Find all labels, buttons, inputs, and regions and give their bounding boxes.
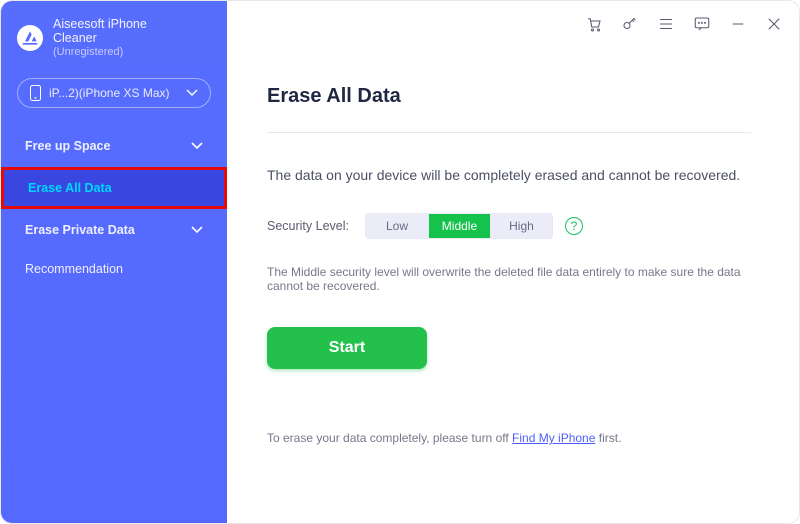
sidebar-item-free-up-space[interactable]: Free up Space bbox=[1, 128, 227, 164]
footnote-suffix: first. bbox=[595, 431, 621, 445]
security-level-low[interactable]: Low bbox=[366, 214, 428, 238]
sidebar-item-label: Erase Private Data bbox=[25, 223, 135, 237]
footnote: To erase your data completely, please tu… bbox=[267, 431, 751, 445]
security-level-label: Security Level: bbox=[267, 219, 349, 233]
sidebar-item-label: Erase All Data bbox=[28, 181, 112, 195]
brand-line2: Cleaner bbox=[53, 31, 147, 45]
security-level-middle[interactable]: Middle bbox=[428, 214, 490, 238]
page-title: Erase All Data bbox=[267, 85, 751, 108]
sidebar-item-erase-all-data[interactable]: Erase All Data bbox=[1, 167, 227, 209]
content: Erase All Data The data on your device w… bbox=[227, 1, 799, 445]
sidebar-item-label: Recommendation bbox=[25, 262, 123, 276]
security-level-segmented: Low Middle High bbox=[365, 213, 553, 239]
titlebar bbox=[585, 15, 783, 33]
page-subtitle: The data on your device will be complete… bbox=[267, 167, 751, 183]
security-level-high[interactable]: High bbox=[490, 214, 552, 238]
chevron-down-icon bbox=[186, 86, 198, 100]
device-label: iP...2)(iPhone XS Max) bbox=[49, 86, 178, 100]
minimize-icon[interactable] bbox=[729, 15, 747, 33]
start-button[interactable]: Start bbox=[267, 327, 427, 369]
key-icon[interactable] bbox=[621, 15, 639, 33]
help-icon[interactable]: ? bbox=[565, 217, 583, 235]
brand-logo-icon bbox=[17, 25, 43, 51]
cart-icon[interactable] bbox=[585, 15, 603, 33]
brand-text: Aiseesoft iPhone Cleaner (Unregistered) bbox=[53, 17, 147, 58]
security-level-row: Security Level: Low Middle High ? bbox=[267, 213, 751, 239]
footnote-prefix: To erase your data completely, please tu… bbox=[267, 431, 512, 445]
device-selector[interactable]: iP...2)(iPhone XS Max) bbox=[17, 78, 211, 108]
menu-icon[interactable] bbox=[657, 15, 675, 33]
app-window: Aiseesoft iPhone Cleaner (Unregistered) … bbox=[0, 0, 800, 524]
chevron-down-icon bbox=[191, 142, 203, 150]
sidebar-item-label: Free up Space bbox=[25, 139, 110, 153]
feedback-icon[interactable] bbox=[693, 15, 711, 33]
sidebar-item-recommendation[interactable]: Recommendation bbox=[1, 251, 227, 287]
main-area: Erase All Data The data on your device w… bbox=[227, 1, 799, 523]
brand-line1: Aiseesoft iPhone bbox=[53, 17, 147, 31]
brand: Aiseesoft iPhone Cleaner (Unregistered) bbox=[1, 13, 227, 70]
divider bbox=[267, 132, 751, 133]
brand-status: (Unregistered) bbox=[53, 46, 147, 59]
chevron-down-icon bbox=[191, 226, 203, 234]
sidebar-item-erase-private-data[interactable]: Erase Private Data bbox=[1, 212, 227, 248]
phone-icon bbox=[30, 85, 41, 101]
security-level-description: The Middle security level will overwrite… bbox=[267, 265, 751, 293]
find-my-iphone-link[interactable]: Find My iPhone bbox=[512, 431, 595, 445]
close-icon[interactable] bbox=[765, 15, 783, 33]
sidebar: Aiseesoft iPhone Cleaner (Unregistered) … bbox=[1, 1, 227, 523]
